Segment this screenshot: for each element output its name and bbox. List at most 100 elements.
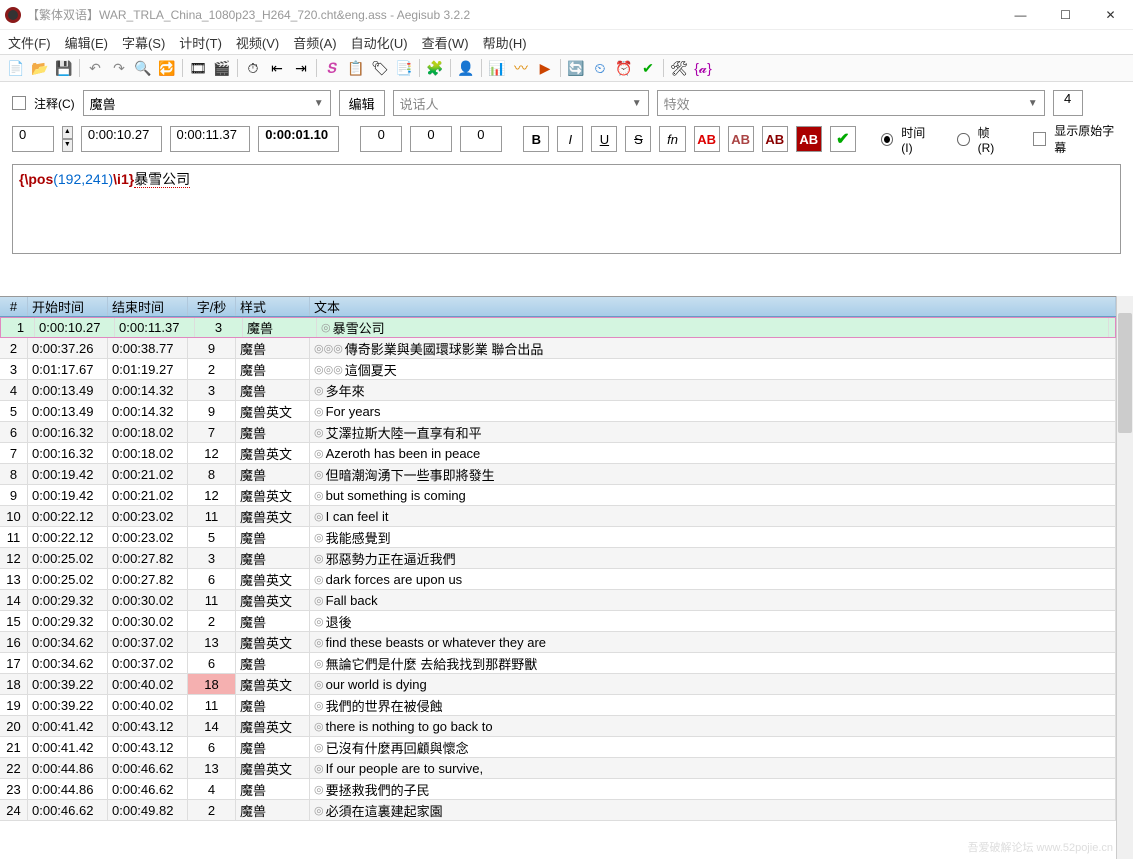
table-row[interactable]: 30:01:17.670:01:19.272魔兽◎◎◎這個夏天 xyxy=(0,359,1116,380)
options-icon[interactable]: 🛠 xyxy=(668,57,690,79)
table-row[interactable]: 40:00:13.490:00:14.323魔兽◎多年來 xyxy=(0,380,1116,401)
menu-edit[interactable]: 编辑(E) xyxy=(65,33,108,52)
replace-icon[interactable]: 🔁 xyxy=(156,57,178,79)
layer-spinner[interactable]: ▲▼ xyxy=(62,126,73,152)
menu-subtitle[interactable]: 字幕(S) xyxy=(122,33,165,52)
open-video-icon[interactable]: 🎞 xyxy=(187,57,209,79)
close-button[interactable]: ✕ xyxy=(1088,0,1133,30)
menu-video[interactable]: 视频(V) xyxy=(236,33,279,52)
table-row[interactable]: 230:00:44.860:00:46.624魔兽◎要拯救我們的子民 xyxy=(0,779,1116,800)
kanji-timer-icon[interactable]: ⏰ xyxy=(613,57,635,79)
margin-v-field[interactable]: 0 xyxy=(460,126,502,152)
color4-button[interactable]: AB xyxy=(796,126,822,152)
time-mode-radio[interactable] xyxy=(881,133,893,146)
show-original-checkbox[interactable] xyxy=(1033,132,1046,146)
underline-button[interactable]: U xyxy=(591,126,617,152)
color3-button[interactable]: AB xyxy=(762,126,788,152)
table-row[interactable]: 180:00:39.220:00:40.0218魔兽英文◎our world i… xyxy=(0,674,1116,695)
menu-automation[interactable]: 自动化(U) xyxy=(351,33,408,52)
table-row[interactable]: 90:00:19.420:00:21.0212魔兽英文◎but somethin… xyxy=(0,485,1116,506)
end-time-field[interactable]: 0:00:11.37 xyxy=(170,126,251,152)
table-row[interactable]: 210:00:41.420:00:43.126魔兽◎已沒有什麼再回顧與懷念 xyxy=(0,737,1116,758)
bold-button[interactable]: B xyxy=(523,126,549,152)
menu-view[interactable]: 查看(W) xyxy=(422,33,469,52)
table-row[interactable]: 70:00:16.320:00:18.0212魔兽英文◎Azeroth has … xyxy=(0,443,1116,464)
vertical-scrollbar[interactable] xyxy=(1116,296,1133,859)
table-row[interactable]: 220:00:44.860:00:46.6213魔兽英文◎If our peop… xyxy=(0,758,1116,779)
maximize-button[interactable]: ☐ xyxy=(1043,0,1088,30)
table-row[interactable]: 60:00:16.320:00:18.027魔兽◎艾澤拉斯大陸一直享有和平 xyxy=(0,422,1116,443)
open-icon[interactable]: 📂 xyxy=(29,57,51,79)
table-row[interactable]: 20:00:37.260:00:38.779魔兽◎◎◎傳奇影業與美國環球影業 聯… xyxy=(0,338,1116,359)
attachments-icon[interactable]: 📋 xyxy=(345,57,367,79)
comment-checkbox[interactable] xyxy=(12,96,26,110)
menu-file[interactable]: 文件(F) xyxy=(8,33,51,52)
spellcheck-icon[interactable]: ✔ xyxy=(637,57,659,79)
menu-audio[interactable]: 音频(A) xyxy=(293,33,336,52)
styles-manager-icon[interactable]: 𝑺 xyxy=(321,57,343,79)
table-row[interactable]: 190:00:39.220:00:40.0211魔兽◎我們的世界在被侵蝕 xyxy=(0,695,1116,716)
strike-button[interactable]: S xyxy=(625,126,651,152)
margin-right-field[interactable]: 4 xyxy=(1053,90,1083,116)
start-time-field[interactable]: 0:00:10.27 xyxy=(81,126,162,152)
assistant-icon[interactable]: 👤 xyxy=(455,57,477,79)
save-icon[interactable]: 💾 xyxy=(53,57,75,79)
table-row[interactable]: 110:00:22.120:00:23.025魔兽◎我能感覺到 xyxy=(0,527,1116,548)
undo-icon[interactable]: ↶ xyxy=(84,57,106,79)
properties-icon[interactable]: 📑 xyxy=(393,57,415,79)
col-style[interactable]: 样式 xyxy=(236,297,310,316)
menu-help[interactable]: 帮助(H) xyxy=(483,33,527,52)
duration-field[interactable]: 0:00:01.10 xyxy=(258,126,339,152)
close-video-icon[interactable]: 🎬 xyxy=(211,57,233,79)
waveform-icon[interactable]: 〰 xyxy=(510,57,532,79)
font-button[interactable]: fn xyxy=(659,126,685,152)
table-row[interactable]: 200:00:41.420:00:43.1214魔兽英文◎there is no… xyxy=(0,716,1116,737)
shift-times-icon[interactable]: ⏱ xyxy=(242,57,264,79)
subtitle-grid[interactable]: # 开始时间 结束时间 字/秒 样式 文本 10:00:10.270:00:11… xyxy=(0,296,1116,859)
margin-l-field[interactable]: 0 xyxy=(360,126,402,152)
table-row[interactable]: 120:00:25.020:00:27.823魔兽◎邪惡勢力正在逼近我們 xyxy=(0,548,1116,569)
color2-button[interactable]: AB xyxy=(728,126,754,152)
layer-field[interactable]: 0 xyxy=(12,126,54,152)
snap-end-icon[interactable]: ⇥ xyxy=(290,57,312,79)
frame-mode-radio[interactable] xyxy=(957,133,969,146)
col-num[interactable]: # xyxy=(0,297,28,316)
minimize-button[interactable]: — xyxy=(998,0,1043,30)
col-cps[interactable]: 字/秒 xyxy=(188,297,236,316)
table-row[interactable]: 160:00:34.620:00:37.0213魔兽英文◎find these … xyxy=(0,632,1116,653)
table-row[interactable]: 50:00:13.490:00:14.329魔兽英文◎For years xyxy=(0,401,1116,422)
table-row[interactable]: 100:00:22.120:00:23.0211魔兽英文◎I can feel … xyxy=(0,506,1116,527)
col-text[interactable]: 文本 xyxy=(310,297,1116,316)
new-icon[interactable]: 📄 xyxy=(5,57,27,79)
col-start[interactable]: 开始时间 xyxy=(28,297,108,316)
col-end[interactable]: 结束时间 xyxy=(108,297,188,316)
scrollbar-thumb[interactable] xyxy=(1118,313,1132,433)
effect-dropdown[interactable]: 特效 ▼ xyxy=(657,90,1045,116)
automation-icon[interactable]: 🧩 xyxy=(424,57,446,79)
redo-icon[interactable]: ↷ xyxy=(108,57,130,79)
edit-style-button[interactable]: 编辑 xyxy=(339,90,385,116)
table-row[interactable]: 80:00:19.420:00:21.028魔兽◎但暗潮洶湧下一些事即將發生 xyxy=(0,464,1116,485)
commit-button[interactable]: ✔ xyxy=(830,126,856,152)
resample-icon[interactable]: 🔄 xyxy=(565,57,587,79)
table-row[interactable]: 140:00:29.320:00:30.0211魔兽英文◎Fall back xyxy=(0,590,1116,611)
table-row[interactable]: 170:00:34.620:00:37.026魔兽◎無論它們是什麼 去給我找到那… xyxy=(0,653,1116,674)
keyframe-icon[interactable]: ▶ xyxy=(534,57,556,79)
tag-cycle-icon[interactable]: {𝓪} xyxy=(692,57,714,79)
margin-r-field[interactable]: 0 xyxy=(410,126,452,152)
table-row[interactable]: 240:00:46.620:00:49.822魔兽◎必須在這裏建起家園 xyxy=(0,800,1116,821)
spectrum-icon[interactable]: 📊 xyxy=(486,57,508,79)
find-icon[interactable]: 🔍 xyxy=(132,57,154,79)
snap-start-icon[interactable]: ⇤ xyxy=(266,57,288,79)
timing-postproc-icon[interactable]: ⏲ xyxy=(589,57,611,79)
fonts-collector-icon[interactable]: 🏷 xyxy=(369,57,391,79)
italic-button[interactable]: I xyxy=(557,126,583,152)
color1-button[interactable]: AB xyxy=(694,126,720,152)
table-row[interactable]: 150:00:29.320:00:30.022魔兽◎退後 xyxy=(0,611,1116,632)
actor-dropdown[interactable]: 说话人 ▼ xyxy=(393,90,649,116)
table-row[interactable]: 10:00:10.270:00:11.373魔兽◎暴雪公司 xyxy=(0,317,1116,338)
subtitle-text-field[interactable]: {\pos(192,241)\i1}暴雪公司 xyxy=(12,164,1121,254)
menu-timing[interactable]: 计时(T) xyxy=(179,33,222,52)
table-row[interactable]: 130:00:25.020:00:27.826魔兽英文◎dark forces … xyxy=(0,569,1116,590)
style-dropdown[interactable]: 魔兽 ▼ xyxy=(83,90,331,116)
